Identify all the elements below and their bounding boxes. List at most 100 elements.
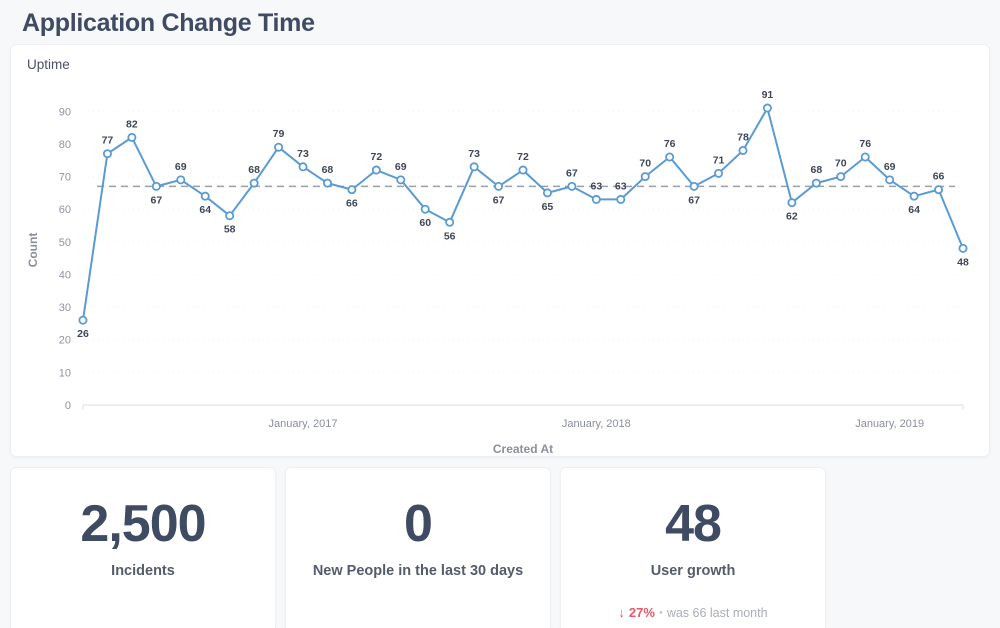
data-point-label: 67 bbox=[688, 194, 700, 206]
data-point-label: 68 bbox=[810, 164, 822, 176]
data-point-label: 66 bbox=[346, 198, 358, 210]
data-point-label: 82 bbox=[126, 118, 138, 130]
data-point-marker[interactable] bbox=[762, 103, 772, 113]
data-point-label: 62 bbox=[786, 211, 798, 223]
data-point-label: 56 bbox=[444, 230, 456, 242]
y-axis-title: Count bbox=[26, 233, 40, 268]
data-point-marker[interactable] bbox=[542, 188, 552, 198]
data-point-label: 69 bbox=[395, 161, 407, 173]
data-point-marker[interactable] bbox=[909, 191, 919, 201]
y-axis-tick-label: 0 bbox=[65, 400, 71, 412]
data-point-label: 26 bbox=[77, 328, 89, 340]
page-title: Application Change Time bbox=[22, 9, 315, 37]
data-point-label: 68 bbox=[248, 164, 260, 176]
stat-value: 0 bbox=[404, 495, 433, 553]
data-point-label: 64 bbox=[199, 204, 211, 216]
data-point-marker[interactable] bbox=[518, 165, 528, 175]
stat-cards-row: 2,500 Incidents 0 New People in the last… bbox=[0, 467, 1000, 628]
x-axis-tick-label: January, 2018 bbox=[562, 418, 631, 430]
data-point-marker[interactable] bbox=[78, 315, 88, 325]
down-arrow-icon: ↓ bbox=[618, 605, 625, 620]
data-point-marker[interactable] bbox=[860, 152, 870, 162]
data-point-marker[interactable] bbox=[396, 175, 406, 185]
data-point-label: 66 bbox=[933, 171, 945, 183]
stat-card-incidents[interactable]: 2,500 Incidents bbox=[10, 467, 276, 628]
data-point-marker[interactable] bbox=[347, 185, 357, 195]
data-point-marker[interactable] bbox=[127, 132, 137, 142]
data-point-label: 76 bbox=[859, 138, 871, 150]
data-point-label: 79 bbox=[273, 128, 285, 140]
data-point-label: 70 bbox=[835, 158, 847, 170]
data-point-marker[interactable] bbox=[958, 243, 968, 253]
data-point-label: 71 bbox=[713, 154, 725, 166]
data-point-marker[interactable] bbox=[298, 162, 308, 172]
data-point-marker[interactable] bbox=[225, 211, 235, 221]
data-point-label: 60 bbox=[419, 217, 431, 229]
data-point-label: 63 bbox=[590, 180, 602, 192]
x-axis-title: Created At bbox=[493, 442, 553, 456]
data-point-marker[interactable] bbox=[640, 172, 650, 182]
data-point-label: 72 bbox=[370, 151, 382, 163]
data-point-label: 67 bbox=[566, 167, 578, 179]
user-growth-delta: ↓ 27% • was 66 last month bbox=[561, 605, 825, 620]
data-point-label: 72 bbox=[517, 151, 529, 163]
data-point-marker[interactable] bbox=[274, 142, 284, 152]
data-point-label: 69 bbox=[884, 161, 896, 173]
data-point-marker[interactable] bbox=[445, 217, 455, 227]
data-point-marker[interactable] bbox=[836, 172, 846, 182]
data-point-marker[interactable] bbox=[811, 178, 821, 188]
y-axis-tick-label: 60 bbox=[59, 204, 71, 216]
data-point-marker[interactable] bbox=[787, 198, 797, 208]
data-point-marker[interactable] bbox=[469, 162, 479, 172]
stat-card-user-growth[interactable]: 48 User growth ↓ 27% • was 66 last month bbox=[560, 467, 826, 628]
chart-plot-area[interactable]: 0 10 20 30 40 50 60 70 80 90 Count January, 2017 Jan… bbox=[11, 45, 991, 458]
data-point-marker[interactable] bbox=[885, 175, 895, 185]
uptime-line-chart[interactable]: 0 10 20 30 40 50 60 70 80 90 Count January, 2017 Jan… bbox=[11, 45, 991, 458]
dashboard-page: Application Change Time Uptime 0 10 20 30 40… bbox=[0, 0, 1000, 628]
data-point-marker[interactable] bbox=[420, 204, 430, 214]
delta-comparison: was 66 last month bbox=[666, 605, 768, 620]
data-point-label: 58 bbox=[224, 224, 236, 236]
y-axis-tick-label: 90 bbox=[59, 106, 71, 118]
data-point-marker[interactable] bbox=[151, 181, 161, 191]
stat-value: 2,500 bbox=[80, 495, 206, 553]
data-point-marker[interactable] bbox=[591, 194, 601, 204]
data-point-marker[interactable] bbox=[665, 152, 675, 162]
y-axis-tick-label: 50 bbox=[59, 237, 71, 249]
stat-label: New People in the last 30 days bbox=[312, 563, 524, 579]
x-axis-tick-label: January, 2019 bbox=[855, 418, 924, 430]
y-axis-tick-label: 70 bbox=[59, 172, 71, 184]
data-point-label: 76 bbox=[664, 138, 676, 150]
data-point-marker[interactable] bbox=[371, 165, 381, 175]
data-line bbox=[82, 107, 964, 322]
delta-percent: 27% bbox=[628, 605, 655, 620]
y-axis-tick-label: 80 bbox=[59, 139, 71, 151]
data-point-label: 73 bbox=[468, 148, 480, 160]
data-point-label: 73 bbox=[297, 148, 309, 160]
stat-card-new-people[interactable]: 0 New People in the last 30 days bbox=[285, 467, 551, 628]
data-point-marker[interactable] bbox=[494, 181, 504, 191]
data-point-marker[interactable] bbox=[102, 149, 112, 159]
x-axis-tick-label: January, 2017 bbox=[269, 418, 338, 430]
stat-row-spacer bbox=[835, 467, 990, 628]
data-point-marker[interactable] bbox=[322, 178, 332, 188]
data-point-marker[interactable] bbox=[249, 178, 259, 188]
data-point-marker[interactable] bbox=[714, 168, 724, 178]
data-point-label: 77 bbox=[102, 135, 114, 147]
stat-value: 48 bbox=[665, 495, 722, 553]
data-point-marker[interactable] bbox=[738, 145, 748, 155]
data-point-label: 65 bbox=[542, 201, 554, 213]
data-point-label: 70 bbox=[639, 158, 651, 170]
y-axis-tick-label: 20 bbox=[59, 335, 71, 347]
data-point-marker[interactable] bbox=[934, 185, 944, 195]
data-point-label: 64 bbox=[908, 204, 920, 216]
data-point-marker[interactable] bbox=[200, 191, 210, 201]
data-point-label: 48 bbox=[957, 256, 969, 268]
data-point-label: 78 bbox=[737, 131, 749, 143]
data-point-marker[interactable] bbox=[176, 175, 186, 185]
data-point-marker[interactable] bbox=[567, 181, 577, 191]
data-point-label: 68 bbox=[322, 164, 334, 176]
data-point-marker[interactable] bbox=[689, 181, 699, 191]
data-point-marker[interactable] bbox=[616, 194, 626, 204]
y-axis-tick-label: 30 bbox=[59, 302, 71, 314]
